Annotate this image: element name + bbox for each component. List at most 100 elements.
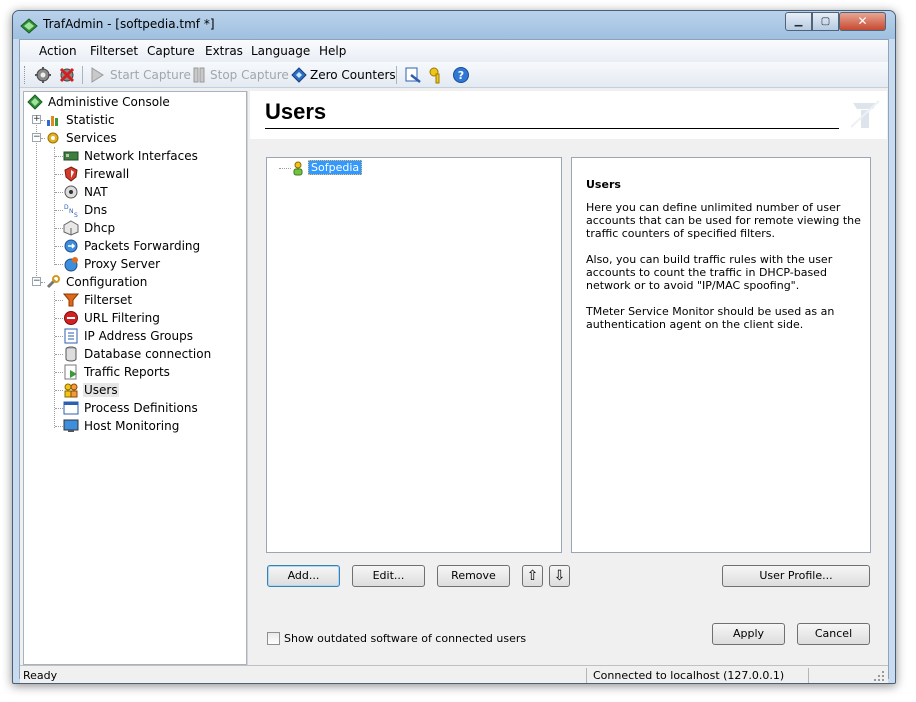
nat-icon: [64, 185, 78, 199]
tree-label: Statistic: [66, 113, 115, 127]
move-up-button[interactable]: ⇧: [522, 565, 543, 587]
info-paragraph: Also, you can build traffic rules with t…: [586, 253, 833, 292]
info-title: Users: [586, 178, 621, 191]
tree-item-dhcp[interactable]: Dhcp: [63, 219, 116, 237]
tree-item-ip-address-groups[interactable]: IP Address Groups: [63, 327, 194, 345]
tree-label: Dhcp: [84, 221, 116, 235]
tree-item-url-filtering[interactable]: URL Filtering: [63, 309, 161, 327]
chart-icon: [47, 116, 58, 126]
tree-item-nat[interactable]: NAT: [63, 183, 109, 201]
collapse-configuration[interactable]: −: [32, 277, 41, 286]
remove-button[interactable]: Remove: [437, 565, 510, 587]
expand-statistic[interactable]: +: [32, 115, 41, 124]
resize-grip-icon[interactable]: [873, 670, 885, 682]
cancel-button[interactable]: Cancel: [797, 623, 870, 645]
tree-item-services[interactable]: Services: [45, 129, 118, 147]
tree-label: NAT: [84, 185, 108, 199]
console-icon: [27, 94, 43, 110]
menu-extras[interactable]: Extras: [205, 44, 243, 58]
network-card-icon: [63, 151, 79, 161]
status-divider: [586, 668, 587, 683]
menu-help[interactable]: Help: [319, 44, 346, 58]
pause-icon: [193, 67, 205, 83]
tree-item-proxy-server[interactable]: Proxy Server: [63, 255, 161, 273]
tree-label: Filterset: [84, 293, 133, 307]
tree-label: Configuration: [66, 275, 148, 289]
maximize-button[interactable]: ▢: [812, 12, 839, 31]
app-window: TrafAdmin - [softpedia.tmf *] ▁ ▢ ✕ Acti…: [12, 10, 896, 684]
start-capture-button[interactable]: Start Capture: [110, 68, 191, 82]
user-list[interactable]: Sofpedia: [266, 157, 562, 553]
stop-capture-button[interactable]: Stop Capture: [210, 68, 289, 82]
tree-item-dns[interactable]: DNS Dns: [63, 201, 108, 219]
keys-icon[interactable]: [428, 66, 446, 84]
svg-text:S: S: [74, 212, 78, 218]
info-paragraph: TMeter Service Monitor should be used as…: [586, 305, 835, 331]
monitor-icon: [63, 419, 79, 432]
tree-item-network-interfaces[interactable]: Network Interfaces: [63, 147, 199, 165]
window-title: TrafAdmin - [softpedia.tmf *]: [43, 17, 215, 31]
play-icon: [91, 67, 104, 83]
tree-label: Firewall: [84, 167, 130, 181]
checklist-icon: [64, 328, 78, 344]
services-stop-icon[interactable]: [58, 66, 76, 84]
tree-item-packets-forwarding[interactable]: Packets Forwarding: [63, 237, 201, 255]
database-icon: [65, 346, 77, 362]
edit-button[interactable]: Edit...: [352, 565, 425, 587]
zero-counters-button[interactable]: Zero Counters: [310, 68, 396, 82]
add-button[interactable]: Add...: [267, 565, 340, 587]
tree-label: Host Monitoring: [84, 419, 180, 433]
menu-capture[interactable]: Capture: [147, 44, 195, 58]
tree-item-traffic-reports[interactable]: Traffic Reports: [63, 363, 171, 381]
menu-action[interactable]: Action: [39, 44, 77, 58]
help-icon[interactable]: ?: [452, 66, 470, 84]
report-icon: [64, 364, 77, 380]
list-item[interactable]: Sofpedia: [308, 160, 363, 175]
content-panel: Users Sofpedia Users Here you can define…: [250, 91, 887, 665]
services-start-icon[interactable]: [34, 66, 52, 84]
page-title: Users: [265, 99, 327, 124]
connection-status: Connected to localhost (127.0.0.1): [593, 669, 785, 682]
toolbar-separator: [82, 66, 83, 84]
close-button[interactable]: ✕: [839, 12, 886, 31]
menu-language[interactable]: Language: [251, 44, 310, 58]
tree-item-host-monitoring[interactable]: Host Monitoring: [63, 417, 180, 435]
dhcp-box-icon: [63, 220, 79, 236]
move-down-button[interactable]: ⇩: [549, 565, 570, 587]
tree-item-statistic[interactable]: Statistic: [45, 111, 116, 129]
status-text: Ready: [23, 669, 58, 682]
page-header: Users: [250, 91, 887, 139]
title-bar[interactable]: TrafAdmin - [softpedia.tmf *] ▁ ▢ ✕: [13, 11, 895, 39]
tree-item-configuration[interactable]: Configuration: [45, 273, 148, 291]
info-paragraph: Here you can define unlimited number of …: [586, 201, 861, 240]
show-outdated-checkbox[interactable]: [267, 632, 280, 645]
tree-item-process-definitions[interactable]: Process Definitions: [63, 399, 199, 417]
tree-item-filterset[interactable]: Filterset: [63, 291, 133, 309]
collapse-services[interactable]: −: [32, 133, 41, 142]
tree-label: Proxy Server: [84, 257, 161, 271]
menu-filterset[interactable]: Filterset: [90, 44, 138, 58]
tree-item-users[interactable]: Users: [63, 381, 119, 399]
svg-text:?: ?: [458, 69, 464, 82]
funnel-icon: [63, 293, 79, 307]
tree-label: Network Interfaces: [84, 149, 198, 163]
status-bar: Ready Connected to localhost (127.0.0.1): [20, 665, 888, 683]
toolbar-separator: [396, 66, 397, 84]
tree-item-database-connection[interactable]: Database connection: [63, 345, 212, 363]
tools-icon[interactable]: [404, 66, 422, 84]
gear-icon: [47, 132, 59, 144]
firewall-shield-icon: [64, 166, 78, 182]
app-logo-icon: [20, 18, 38, 34]
tree-item-firewall[interactable]: Firewall: [63, 165, 130, 183]
user-icon: [293, 161, 303, 176]
apply-button[interactable]: Apply: [712, 623, 785, 645]
toolbar-grip[interactable]: [24, 66, 27, 84]
users-icon: [64, 383, 78, 398]
tree-label: Traffic Reports: [84, 365, 170, 379]
user-profile-button[interactable]: User Profile...: [722, 565, 870, 587]
tree-root[interactable]: Administive Console: [27, 93, 171, 111]
minimize-button[interactable]: ▁: [785, 12, 812, 31]
block-icon: [64, 311, 78, 325]
toolbar: Start Capture Stop Capture Zero Counters…: [20, 62, 888, 88]
tree-label: Packets Forwarding: [84, 239, 201, 253]
